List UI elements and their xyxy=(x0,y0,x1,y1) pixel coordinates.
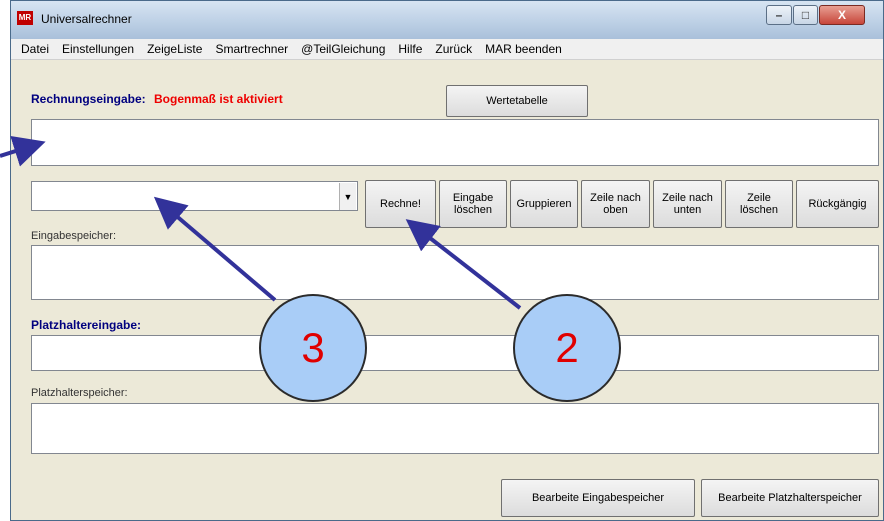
arrow-to-combobox xyxy=(153,196,277,302)
annotation-bubble-3: 3 xyxy=(259,294,367,402)
annotation-overlay xyxy=(0,135,522,310)
arrow-to-input-field xyxy=(0,135,46,167)
annotation-bubble-2: 2 xyxy=(513,294,621,402)
arrow-to-calculate-button xyxy=(405,219,522,310)
